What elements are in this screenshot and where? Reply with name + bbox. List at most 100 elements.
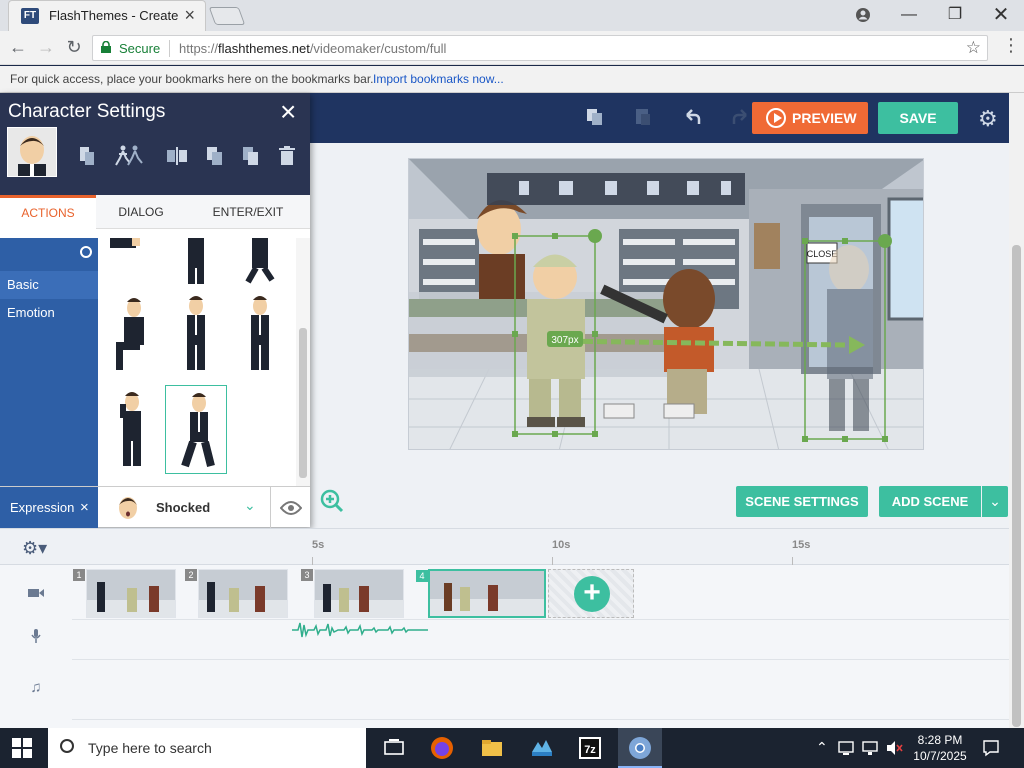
pose-thumbnail[interactable] bbox=[242, 238, 282, 286]
expression-close-icon[interactable]: × bbox=[80, 487, 89, 528]
tab-actions[interactable]: ACTIONS bbox=[0, 195, 96, 229]
tray-chevron-icon[interactable]: ⌃ bbox=[816, 739, 828, 756]
reload-icon[interactable]: ↻ bbox=[62, 37, 86, 58]
notifications-icon[interactable] bbox=[982, 739, 1000, 757]
chevron-down-icon[interactable]: ⌄ bbox=[244, 497, 256, 514]
add-scene-button[interactable]: ADD SCENE bbox=[879, 486, 981, 517]
app-scrollbar[interactable] bbox=[1009, 93, 1024, 728]
timeline-ruler: ⚙▾ 5s 10s 15s bbox=[0, 529, 1009, 565]
secure-label: Secure bbox=[119, 41, 161, 56]
scrollbar-thumb[interactable] bbox=[1012, 245, 1021, 727]
paste-icon[interactable] bbox=[632, 106, 654, 128]
scene-thumbnail[interactable]: 1 bbox=[73, 569, 176, 618]
copy-icon[interactable] bbox=[584, 106, 606, 128]
scene-canvas[interactable]: CLOSE 307px bbox=[408, 158, 924, 450]
minimize-icon[interactable]: — bbox=[886, 2, 932, 28]
chrome-taskbar-item[interactable] bbox=[618, 728, 662, 768]
category-emotion[interactable]: Emotion bbox=[0, 299, 98, 327]
zoom-in-icon[interactable] bbox=[320, 489, 344, 513]
undo-icon[interactable] bbox=[681, 106, 703, 128]
panel-close-icon[interactable]: × bbox=[280, 96, 296, 128]
add-scene-dropdown-icon[interactable]: ⌄ bbox=[982, 486, 1008, 517]
swap-character-icon[interactable] bbox=[76, 145, 98, 167]
taskbar-search-placeholder: Type here to search bbox=[88, 740, 212, 756]
forward-icon[interactable]: → bbox=[34, 37, 58, 58]
character-avatar[interactable] bbox=[7, 127, 57, 177]
new-tab-button[interactable] bbox=[208, 7, 246, 25]
pose-thumbnail[interactable] bbox=[176, 238, 216, 286]
pose-thumbnail[interactable] bbox=[176, 294, 216, 372]
character-settings-tabs: ACTIONS DIALOG ENTER/EXIT bbox=[0, 195, 310, 229]
expression-value[interactable]: Shocked bbox=[156, 500, 210, 515]
file-explorer-icon[interactable] bbox=[480, 736, 504, 760]
scene-thumbnail[interactable]: 2 bbox=[185, 569, 288, 618]
restore-icon[interactable]: ❐ bbox=[932, 2, 978, 28]
firefox-icon[interactable] bbox=[430, 736, 454, 760]
voice-waveform[interactable] bbox=[292, 619, 428, 641]
category-basic[interactable]: Basic bbox=[0, 271, 98, 299]
pose-thumbnail[interactable] bbox=[240, 294, 280, 372]
tick-label: 15s bbox=[792, 539, 811, 551]
task-view-icon[interactable] bbox=[382, 736, 406, 760]
scene-thumbnail[interactable]: 3 bbox=[301, 569, 404, 618]
search-icon bbox=[60, 739, 74, 753]
expression-face-icon bbox=[119, 497, 137, 519]
search-icon[interactable] bbox=[80, 246, 92, 258]
network-icon[interactable] bbox=[838, 740, 856, 756]
bookmarks-bar: For quick access, place your bookmarks h… bbox=[0, 66, 1024, 93]
save-button[interactable]: SAVE bbox=[878, 102, 958, 134]
url-field[interactable]: Secure https://flashthemes.net/videomake… bbox=[92, 35, 988, 61]
lock-icon bbox=[101, 41, 111, 53]
action-pose-grid bbox=[98, 238, 296, 486]
taskbar-search[interactable]: Type here to search bbox=[48, 728, 366, 768]
volume-muted-icon[interactable] bbox=[886, 740, 904, 756]
url-separator bbox=[169, 40, 170, 57]
flip-icon[interactable] bbox=[166, 145, 188, 167]
timeline: ⚙▾ 5s 10s 15s ♫ 1 2 3 4 + bbox=[0, 528, 1009, 728]
copy-character-icon[interactable] bbox=[204, 145, 226, 167]
tab-dialog[interactable]: DIALOG bbox=[96, 195, 186, 229]
clock-time: 8:28 PM bbox=[917, 733, 963, 747]
add-scene-slot[interactable]: + bbox=[548, 569, 634, 618]
tab-enter-exit[interactable]: ENTER/EXIT bbox=[186, 195, 310, 229]
pose-grid-scrollbar[interactable] bbox=[296, 238, 310, 486]
scrollbar-thumb[interactable] bbox=[299, 328, 307, 478]
app-icon[interactable] bbox=[530, 736, 554, 760]
scene-settings-button[interactable]: SCENE SETTINGS bbox=[736, 486, 868, 517]
pose-thumbnail[interactable] bbox=[112, 390, 152, 468]
scene-thumbnail-selected[interactable]: 4 bbox=[416, 569, 546, 618]
pose-thumbnail[interactable] bbox=[110, 294, 150, 372]
selected-pose[interactable] bbox=[165, 385, 227, 474]
tab-close-icon[interactable]: × bbox=[184, 5, 195, 26]
play-icon bbox=[766, 108, 786, 128]
browser-menu-icon[interactable]: ⋮ bbox=[1002, 35, 1020, 56]
trash-icon[interactable] bbox=[276, 145, 298, 167]
clock-date: 10/7/2025 bbox=[913, 749, 967, 763]
character-settings-panel: Character Settings × ACTIONS DIALOG ENTE… bbox=[0, 93, 310, 528]
clock[interactable]: 8:28 PM 10/7/2025 bbox=[912, 732, 968, 764]
close-window-icon[interactable]: ✕ bbox=[978, 2, 1024, 28]
layer-icon[interactable] bbox=[240, 145, 262, 167]
plus-icon[interactable]: + bbox=[574, 576, 610, 612]
settings-gear-icon[interactable]: ⚙ bbox=[978, 106, 998, 132]
browser-tab[interactable]: FT FlashThemes - Create × bbox=[8, 0, 206, 31]
bookmarks-hint: For quick access, place your bookmarks h… bbox=[10, 72, 374, 86]
walk-icon[interactable] bbox=[114, 145, 144, 167]
character-settings-header: Character Settings × bbox=[0, 93, 310, 195]
display-icon[interactable] bbox=[862, 740, 880, 756]
back-icon[interactable]: ← bbox=[6, 37, 30, 58]
tick-mark bbox=[312, 557, 313, 565]
action-search[interactable] bbox=[0, 238, 98, 270]
eye-icon[interactable] bbox=[270, 487, 310, 528]
chrome-icon bbox=[629, 737, 651, 759]
windows-start-icon[interactable] bbox=[12, 738, 32, 758]
profile-icon[interactable] bbox=[840, 2, 886, 28]
bookmark-star-icon[interactable]: ☆ bbox=[966, 38, 981, 58]
windows-taskbar: Type here to search 7z ⌃ 8:28 PM 10/7/20… bbox=[0, 728, 1024, 768]
preview-button[interactable]: PREVIEW bbox=[752, 102, 868, 134]
tick-mark bbox=[552, 557, 553, 565]
7zip-icon[interactable]: 7z bbox=[578, 736, 602, 760]
redo-icon[interactable] bbox=[730, 106, 752, 128]
import-bookmarks-link[interactable]: Import bookmarks now... bbox=[373, 72, 504, 86]
timeline-settings-icon[interactable]: ⚙▾ bbox=[22, 538, 47, 559]
